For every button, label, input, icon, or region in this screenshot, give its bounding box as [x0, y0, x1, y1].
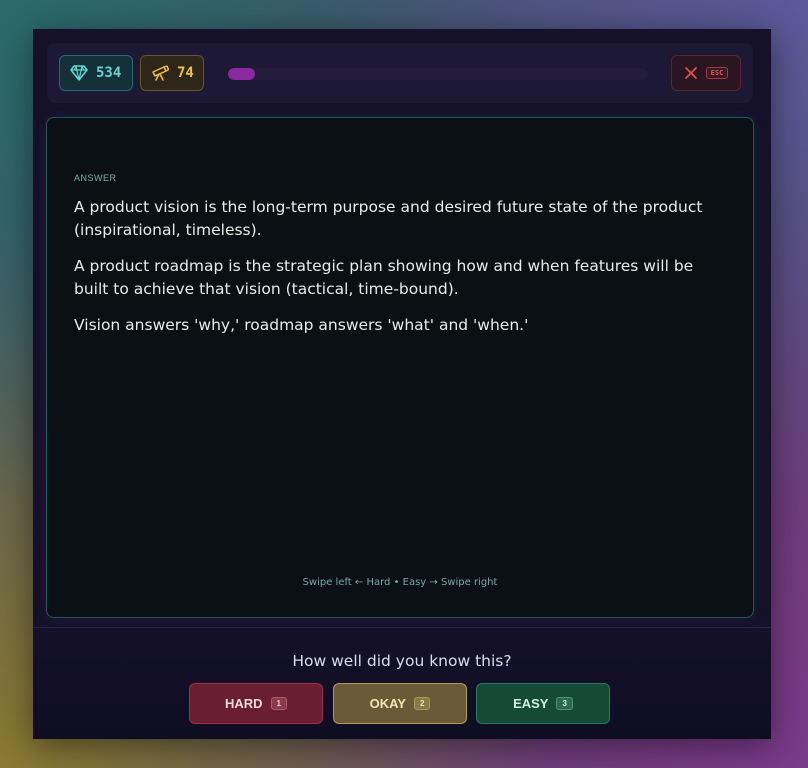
progress-fill	[228, 68, 256, 80]
answer-text: A product vision is the long-term purpos…	[74, 196, 724, 350]
telescope-icon	[152, 65, 169, 81]
gem-icon	[70, 65, 88, 81]
telescope-counter: 74	[140, 55, 204, 91]
hard-key-badge: 1	[270, 697, 287, 710]
progress-bar	[228, 68, 648, 80]
gem-count: 534	[96, 65, 122, 81]
close-icon	[684, 67, 697, 79]
gem-counter: 534	[59, 55, 133, 91]
easy-key-badge: 3	[556, 697, 573, 710]
okay-button-label: OKAY	[369, 696, 406, 711]
answer-paragraph: Vision answers 'why,' roadmap answers 'w…	[74, 316, 529, 334]
rating-panel: How well did you know this? HARD 1 OKAY …	[33, 627, 771, 739]
answer-paragraph: A product vision is the long-term purpos…	[74, 198, 703, 239]
study-window: 534 74 ESC ANSWER A product vision is th…	[33, 29, 771, 739]
esc-key-badge: ESC	[705, 67, 729, 79]
okay-key-badge: 2	[413, 697, 431, 710]
swipe-hint: Swipe left ← Hard • Easy → Swipe right	[302, 577, 498, 588]
top-bar: 534 74 ESC	[47, 43, 753, 103]
hard-button-label: HARD	[224, 696, 263, 711]
easy-button[interactable]: EASY 3	[476, 683, 610, 724]
telescope-count: 74	[177, 65, 194, 81]
rating-question: How well did you know this?	[292, 652, 512, 670]
answer-label: ANSWER	[74, 173, 117, 183]
easy-button-label: EASY	[513, 696, 549, 711]
flashcard[interactable]: ANSWER A product vision is the long-term…	[46, 117, 754, 618]
hard-button[interactable]: HARD 1	[189, 683, 323, 724]
close-button[interactable]: ESC	[671, 55, 741, 91]
answer-paragraph: A product roadmap is the strategic plan …	[74, 257, 694, 298]
okay-button[interactable]: OKAY 2	[333, 683, 467, 724]
